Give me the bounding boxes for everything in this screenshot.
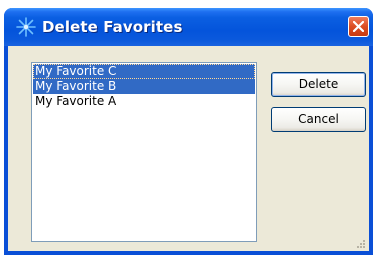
list-item[interactable]: My Favorite C: [33, 64, 255, 79]
delete-favorites-dialog: Delete Favorites My Favorite C My Favori…: [4, 8, 373, 255]
resize-grip-icon[interactable]: [354, 236, 366, 248]
title-bar[interactable]: Delete Favorites: [4, 8, 373, 46]
delete-button[interactable]: Delete: [271, 72, 366, 97]
list-item[interactable]: My Favorite A: [33, 94, 255, 109]
close-button[interactable]: [348, 16, 369, 37]
dialog-title: Delete Favorites: [42, 18, 183, 36]
favorites-list[interactable]: My Favorite C My Favorite B My Favorite …: [31, 62, 257, 242]
cancel-button[interactable]: Cancel: [271, 107, 366, 132]
sparkle-icon: [15, 16, 37, 38]
list-item[interactable]: My Favorite B: [33, 79, 255, 94]
close-icon: [353, 21, 364, 32]
